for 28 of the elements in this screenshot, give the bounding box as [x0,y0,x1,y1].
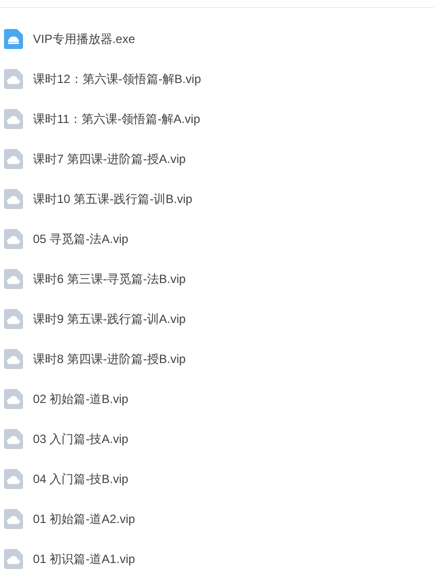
file-name[interactable]: VIP专用播放器.exe [33,30,136,48]
cloud-file-icon [4,349,23,369]
file-name[interactable]: 02 初始篇-道B.vip [33,390,128,408]
file-name[interactable]: 课时10 第五课-践行篇-训B.vip [33,190,192,208]
file-name[interactable]: 课时8 第四课-进阶篇-授B.vip [33,350,186,368]
file-name[interactable]: 课时9 第五课-践行篇-训A.vip [33,310,186,328]
cloud-file-icon [4,229,23,249]
cloud-file-icon [4,389,23,409]
file-name[interactable]: 05 寻觅篇-法A.vip [33,230,128,248]
cloud-file-icon [4,269,23,289]
cloud-file-icon [4,109,23,129]
cloud-file-icon [4,549,23,569]
file-name[interactable]: 课时6 第三课-寻觅篇-法B.vip [33,270,186,288]
file-name[interactable]: 01 初识篇-道A1.vip [33,550,136,568]
file-name[interactable]: 课时12：第六课-领悟篇-解B.vip [33,70,202,88]
file-name[interactable]: 01 初始篇-道A2.vip [33,510,136,528]
file-name[interactable]: 课时7 第四课-进阶篇-授A.vip [33,150,186,168]
cloud-file-icon [4,429,23,449]
file-name[interactable]: 04 入门篇-技B.vip [33,470,128,488]
cloud-file-icon [4,189,23,209]
cloud-file-icon [4,309,23,329]
cloud-file-icon [4,69,23,89]
app-file-icon [4,29,23,49]
cloud-file-icon [4,509,23,529]
cloud-file-icon [4,149,23,169]
cloud-file-icon [4,469,23,489]
file-name[interactable]: 课时11：第六课-领悟篇-解A.vip [33,110,200,128]
file-name[interactable]: 03 入门篇-技A.vip [33,430,128,448]
